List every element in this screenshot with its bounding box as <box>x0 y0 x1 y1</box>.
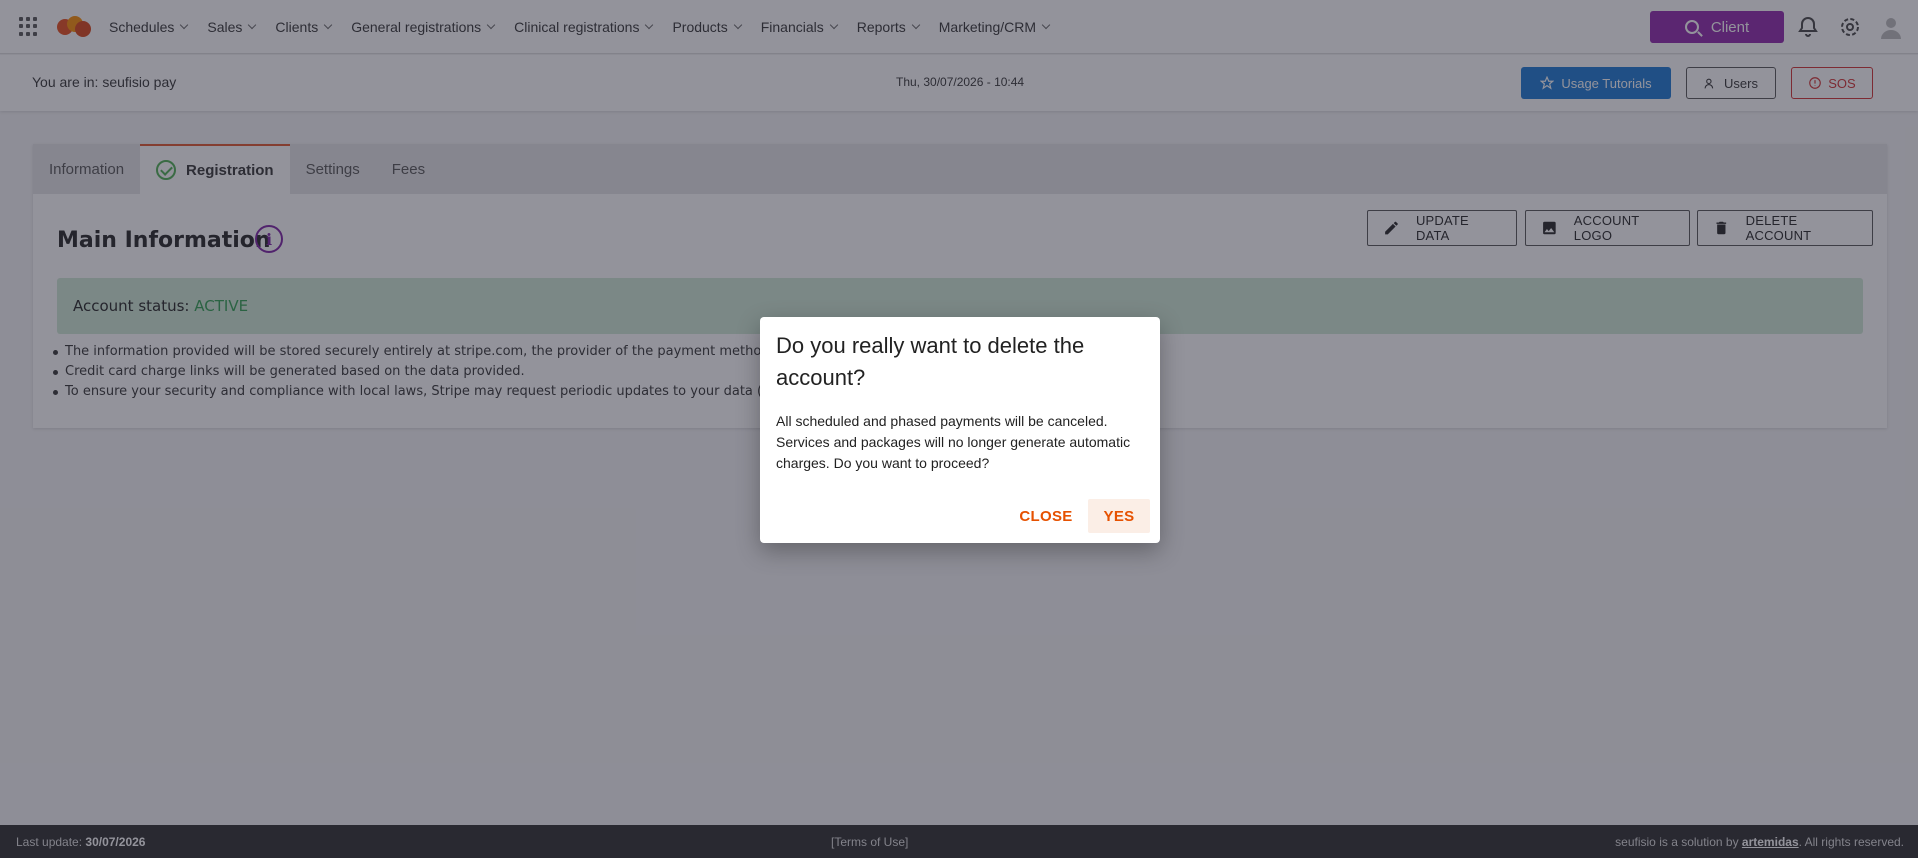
yes-button[interactable]: YES <box>1088 499 1150 533</box>
dialog-message: All scheduled and phased payments will b… <box>776 413 1131 471</box>
close-button[interactable]: CLOSE <box>1015 499 1077 533</box>
dialog-title: Do you really want to delete the account… <box>776 333 1085 390</box>
delete-confirm-dialog: Do you really want to delete the account… <box>760 317 1160 543</box>
